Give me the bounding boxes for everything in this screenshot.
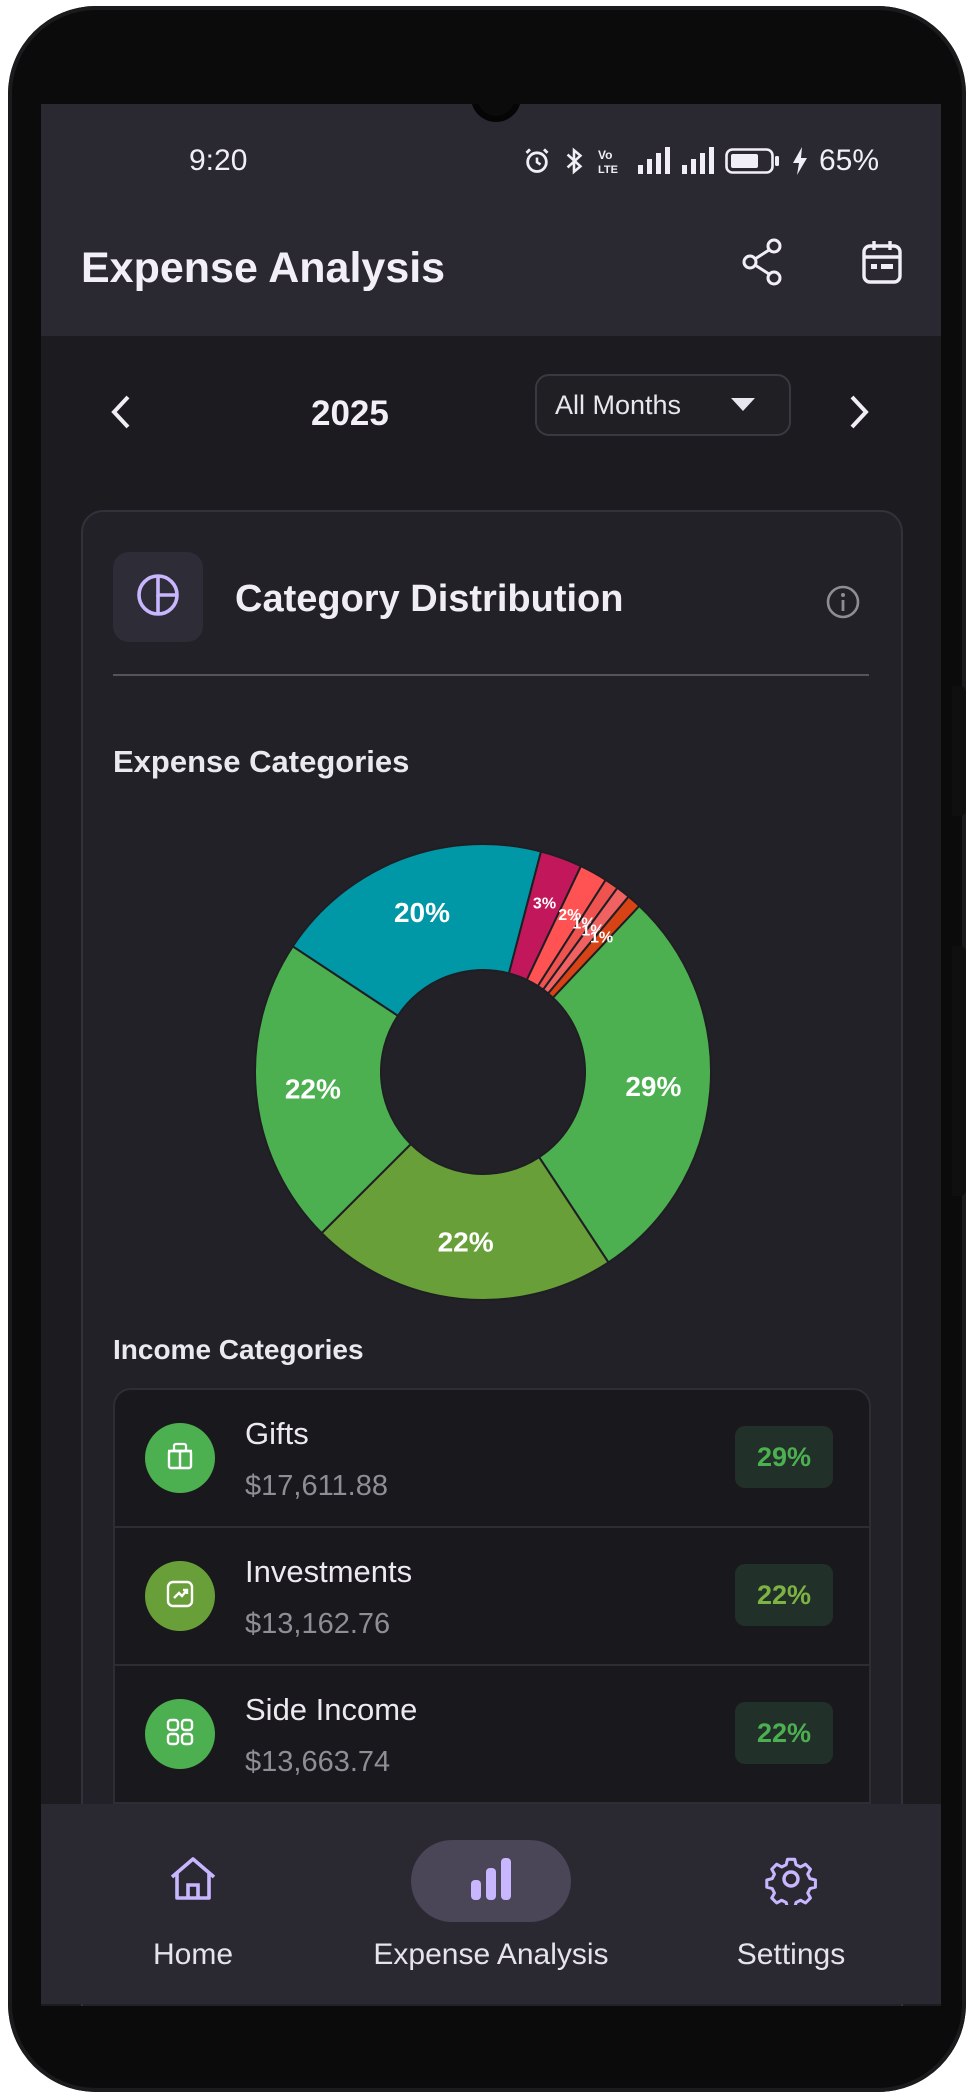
income-name: Gifts [245,1416,309,1451]
card-divider [113,674,869,676]
signal-icon [681,147,715,175]
period-selector: 2025 All Months [41,374,941,454]
charging-icon [791,146,809,176]
nav-home-label: Home [152,1938,234,1971]
bluetooth-icon [561,146,587,176]
list-item[interactable]: Gifts $17,611.88 29% [115,1390,869,1528]
bottom-navigation: Home Expense Analysis Settings [41,1804,941,2004]
income-percent-badge: 29% [735,1426,833,1488]
nav-settings-label: Settings [736,1938,846,1971]
card-title: Category Distribution [235,578,624,620]
month-dropdown[interactable]: All Months [535,374,791,436]
donut-chart: 29%22%22%20% 3%2%1%1%1% [254,843,712,1301]
share-icon [740,238,784,291]
power-button [952,686,966,816]
status-bar: 9:20 Vo LTE 65% [41,144,941,184]
slice-label: 20% [394,897,450,928]
calendar-button[interactable] [852,234,912,294]
top-app-bar: 9:20 Vo LTE 65% Expense Analysis [41,104,941,336]
signal-icon [637,147,671,175]
gift-icon [165,1441,195,1476]
slice-label: 29% [625,1071,681,1102]
alarm-icon [523,147,551,175]
pie-chart-icon [135,572,181,623]
expense-categories-title: Expense Categories [113,744,410,779]
caret-down-icon [731,398,755,411]
grid-icon [165,1717,195,1752]
share-button[interactable] [732,234,792,294]
front-camera [477,104,515,116]
month-dropdown-value: All Months [555,389,682,420]
income-percent-badge: 22% [735,1564,833,1626]
nav-home[interactable]: Home [63,1834,323,1974]
slice-label: 22% [285,1074,341,1105]
list-item[interactable]: Side Income $13,663.74 22% [115,1666,869,1804]
income-amount: $13,162.76 [245,1608,391,1640]
income-avatar [145,1699,215,1769]
nav-expense-analysis[interactable]: Expense Analysis [361,1834,621,1974]
calendar-icon [861,239,903,290]
volume-button [952,946,966,1196]
bar-chart-icon [466,1854,516,1909]
info-icon [825,585,861,624]
income-amount: $13,663.74 [245,1746,391,1778]
status-icons: Vo LTE 65% [523,144,879,178]
income-avatar [145,1561,215,1631]
battery-percent: 65% [818,144,879,177]
nav-active-indicator [411,1840,571,1922]
svg-text:Vo: Vo [598,148,612,162]
svg-text:LTE: LTE [598,164,618,176]
volte-icon: Vo LTE [597,146,627,176]
nav-settings[interactable]: Settings [661,1834,921,1974]
home-icon [166,1852,220,1911]
nav-home-indicator [113,1840,273,1922]
info-button[interactable] [825,584,861,620]
list-item[interactable]: Investments $13,162.76 22% [115,1528,869,1666]
nav-settings-indicator [711,1840,871,1922]
year-label: 2025 [311,394,389,433]
gear-icon [765,1853,817,1910]
income-amount: $17,611.88 [245,1470,388,1502]
income-categories-title: Income Categories [113,1334,364,1365]
income-name: Side Income [245,1692,418,1727]
income-avatar [145,1423,215,1493]
slice-label: 1% [590,929,613,946]
chevron-right-icon [848,394,870,435]
page-title: Expense Analysis [81,244,446,292]
phone-frame: 9:20 Vo LTE 65% Expense Analysis 2025 Al… [8,6,966,2092]
chevron-left-icon [110,394,132,435]
nav-expense-analysis-label: Expense Analysis [373,1938,609,1971]
card-icon-container [113,552,203,642]
slice-label: 3% [533,895,556,912]
category-distribution-card: Category Distribution Expense Categories… [81,510,903,2006]
next-year-button[interactable] [831,386,887,442]
battery-icon [725,147,781,175]
income-name: Investments [245,1554,413,1589]
slice-label: 22% [438,1227,494,1258]
screen: 9:20 Vo LTE 65% Expense Analysis 2025 Al… [41,104,941,2006]
income-percent-badge: 22% [735,1702,833,1764]
previous-year-button[interactable] [93,386,149,442]
trending-up-icon [165,1579,195,1614]
status-time: 9:20 [189,144,248,177]
